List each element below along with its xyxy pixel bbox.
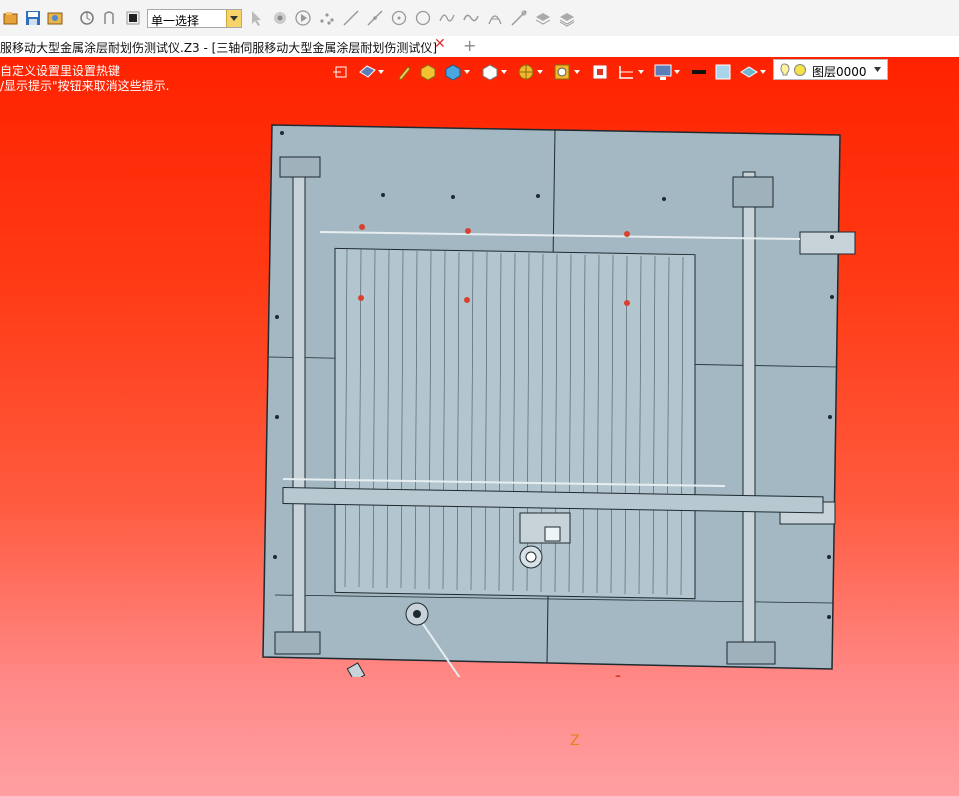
cad-model[interactable]	[255, 117, 865, 677]
new-tab-button[interactable]: +	[463, 36, 479, 56]
spline-icon[interactable]	[438, 9, 456, 27]
play-icon[interactable]	[294, 9, 312, 27]
select-mode-dropdown[interactable]: 单一选择	[147, 9, 242, 28]
zoom-icon[interactable]	[553, 62, 583, 82]
circle-center-icon[interactable]	[390, 9, 408, 27]
rail-right	[742, 171, 756, 653]
pencil-icon[interactable]	[397, 62, 411, 82]
layer-dropdown[interactable]: 图层0000	[773, 59, 888, 80]
box-white-icon[interactable]	[480, 62, 510, 82]
grid-red-icon[interactable]	[591, 62, 609, 82]
select-mode-value: 单一选择	[151, 14, 200, 28]
tab-title: 服移动大型金属涂层耐划伤测试仪.Z3 - [三轴伺服移动大型金属涂层耐划伤测试仪…	[0, 41, 437, 55]
render-mode-icon[interactable]	[516, 62, 546, 82]
tangent-line-icon[interactable]	[510, 9, 528, 27]
line-icon-2[interactable]	[366, 9, 384, 27]
view-frame-icon[interactable]	[333, 62, 349, 82]
close-icon[interactable]: ✕	[434, 36, 448, 56]
layer-visibility-icon[interactable]	[739, 62, 769, 82]
arc-icon[interactable]	[486, 9, 504, 27]
rail-right-mount-bottom	[726, 641, 776, 665]
box-blue-icon[interactable]	[443, 62, 473, 82]
view-orient-icon[interactable]	[357, 62, 387, 82]
line-icon[interactable]	[342, 9, 360, 27]
document-tab-bar: 服移动大型金属涂层耐划伤测试仪.Z3 - [三轴伺服移动大型金属涂层耐划伤测试仪…	[0, 36, 959, 57]
curve-icon[interactable]	[462, 9, 480, 27]
fill-color-icon[interactable]	[714, 62, 732, 82]
tab-active-document[interactable]: 服移动大型金属涂层耐划伤测试仪.Z3 - [三轴伺服移动大型金属涂层耐划伤测试仪…	[0, 36, 456, 57]
layer-name: 图层0000	[812, 65, 867, 79]
main-toolbar: 单一选择	[0, 0, 959, 37]
rail-left-mount-bottom	[274, 631, 321, 655]
3d-viewport[interactable]: 自定义设置里设置热键 /显示提示"按钮来取消这些提示. 图层0000 Z	[0, 57, 959, 796]
rail-left-mount-top	[279, 156, 321, 178]
line-color-icon[interactable]	[690, 62, 708, 82]
export-icon[interactable]	[46, 9, 64, 27]
section-view-icon[interactable]	[617, 62, 647, 82]
motor-top-right	[799, 231, 856, 255]
hint-line-2: /显示提示"按钮来取消这些提示.	[0, 79, 170, 93]
points-icon[interactable]	[318, 9, 336, 27]
display-settings-icon[interactable]	[653, 62, 683, 82]
rotate-icon[interactable]	[78, 9, 96, 27]
z-axis-label: Z	[570, 733, 580, 749]
layer-stack-icon[interactable]	[534, 9, 552, 27]
open-file-icon[interactable]	[2, 9, 20, 27]
rail-left	[292, 156, 306, 638]
chevron-down-icon[interactable]	[874, 67, 881, 72]
box-yellow-icon[interactable]	[418, 62, 438, 82]
undo-icon[interactable]	[100, 9, 118, 27]
rail-right-mount-top	[732, 176, 774, 208]
filter-icon[interactable]	[271, 9, 289, 27]
layer-stack-icon-2[interactable]	[558, 9, 576, 27]
circle-icon[interactable]	[414, 9, 432, 27]
pointer-icon[interactable]	[248, 9, 266, 27]
chevron-down-icon[interactable]	[226, 10, 241, 27]
save-icon[interactable]	[24, 9, 42, 27]
lightbulb-icon	[780, 63, 806, 76]
stop-icon[interactable]	[124, 9, 142, 27]
